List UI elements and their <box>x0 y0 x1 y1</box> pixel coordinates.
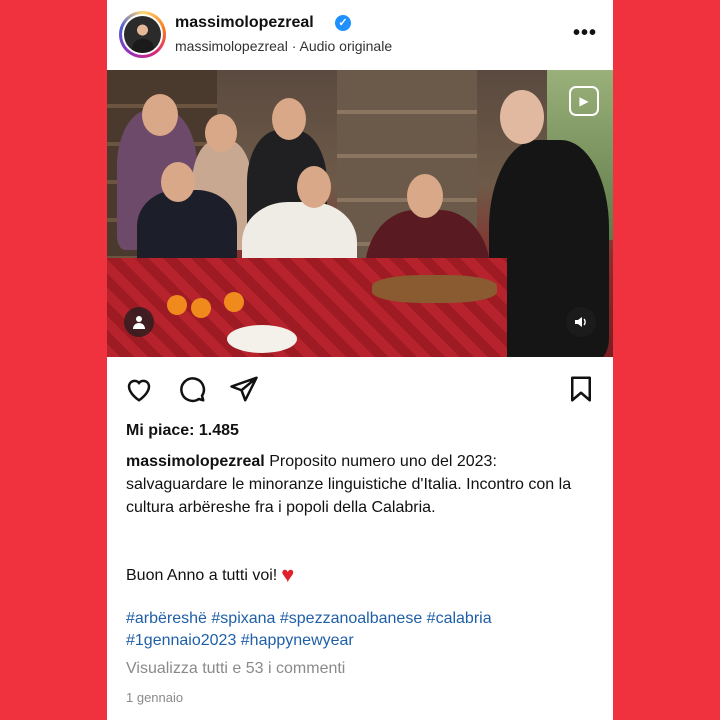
action-bar <box>107 370 613 410</box>
hashtags[interactable]: #arbëreshë #spixana #spezzanoalbanese #c… <box>126 608 596 652</box>
caption: massimolopezreal Proposito numero uno de… <box>126 450 596 519</box>
verified-badge-icon: ✓ <box>335 15 351 31</box>
likes-count[interactable]: Mi piace: 1.485 <box>126 422 239 440</box>
view-comments-link[interactable]: Visualizza tutti e 53 i commenti <box>126 660 345 678</box>
guitar <box>372 275 497 303</box>
caption-greeting: Buon Anno a tutti voi! ♥ <box>126 562 294 588</box>
plate <box>227 325 297 353</box>
username[interactable]: massimolopezreal <box>175 14 314 32</box>
share-icon[interactable] <box>229 374 259 404</box>
post-card: massimolopezreal ✓ massimolopezreal · Au… <box>107 0 613 720</box>
audio-subline[interactable]: massimolopezreal · Audio originale <box>175 38 392 54</box>
avatar-photo <box>124 16 161 53</box>
heart-icon[interactable] <box>124 374 154 404</box>
orange <box>224 292 244 312</box>
person-head <box>407 174 443 218</box>
post-media[interactable]: ▶ <box>107 70 613 357</box>
orange <box>191 298 211 318</box>
avatar[interactable] <box>119 11 166 58</box>
reel-icon: ▶ <box>569 86 599 116</box>
sound-icon[interactable] <box>566 307 596 337</box>
greeting-text: Buon Anno a tutti voi! <box>126 567 278 584</box>
orange <box>167 295 187 315</box>
person-head <box>500 90 544 144</box>
tagged-user-icon[interactable] <box>124 307 154 337</box>
person-head <box>142 94 178 136</box>
person-head <box>205 114 237 152</box>
comment-icon[interactable] <box>177 374 207 404</box>
person-head <box>297 166 331 208</box>
more-options-icon[interactable]: ••• <box>573 22 597 45</box>
person-head <box>161 162 195 202</box>
bookmark-icon[interactable] <box>566 374 596 404</box>
post-date: 1 gennaio <box>126 690 184 705</box>
caption-username[interactable]: massimolopezreal <box>126 453 265 470</box>
post-header: massimolopezreal ✓ massimolopezreal · Au… <box>107 0 613 70</box>
person-head <box>272 98 306 140</box>
red-heart-emoji-icon: ♥ <box>281 562 295 587</box>
